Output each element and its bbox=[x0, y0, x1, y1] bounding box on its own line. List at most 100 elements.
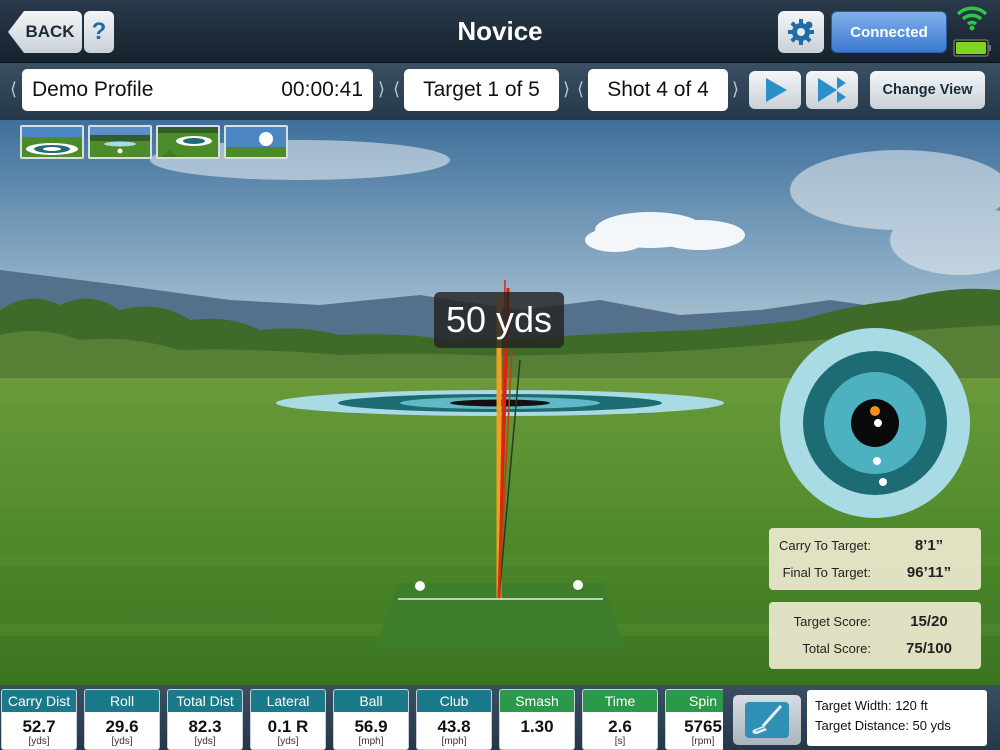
current-shot-marker bbox=[870, 406, 880, 416]
back-button[interactable]: BACK bbox=[8, 11, 82, 53]
final-to-target-value: 96’11” bbox=[906, 564, 952, 581]
target-prev-chevron[interactable]: ⟨ bbox=[393, 79, 400, 100]
carry-to-target-row: Carry To Target: 8’1” bbox=[769, 532, 981, 559]
shot-prev-chevron[interactable]: ⟨ bbox=[577, 79, 584, 100]
shot-dispersion-target bbox=[780, 328, 970, 518]
stat-label: Club bbox=[417, 690, 491, 712]
carry-to-target-label: Carry To Target: bbox=[778, 538, 871, 553]
change-view-button[interactable]: Change View bbox=[870, 71, 985, 109]
stat-unit: [yds] bbox=[111, 736, 133, 747]
session-timer: 00:00:41 bbox=[281, 78, 363, 101]
down-range-view-icon bbox=[158, 127, 218, 157]
stat-value: 43.8 bbox=[437, 717, 471, 736]
stat-unit: [yds] bbox=[277, 736, 299, 747]
stat-smash: Smash 1.30 bbox=[499, 689, 575, 750]
stats-bar: Carry Dist 52.7 [yds] Roll 29.6 [yds] To… bbox=[0, 685, 1000, 750]
target-label: Target 1 of 5 bbox=[423, 78, 540, 101]
fast-forward-icon bbox=[818, 77, 846, 103]
stat-roll: Roll 29.6 [yds] bbox=[84, 689, 160, 750]
stat-label: Carry Dist bbox=[2, 690, 76, 712]
stat-value: 0.1 R bbox=[267, 717, 309, 736]
total-score-label: Total Score: bbox=[802, 641, 871, 656]
stat-value: 56.9 bbox=[354, 717, 388, 736]
settings-button[interactable] bbox=[778, 11, 824, 53]
top-bar: BACK ? Novice Connected bbox=[0, 0, 1000, 63]
stat-total-dist: Total Dist 82.3 [yds] bbox=[167, 689, 243, 750]
ball-view-icon bbox=[226, 127, 286, 157]
profile-next-chevron[interactable]: ⟩ bbox=[378, 79, 385, 100]
target-distance-panel: Carry To Target: 8’1” Final To Target: 9… bbox=[769, 528, 981, 590]
target-next-chevron[interactable]: ⟩ bbox=[563, 79, 570, 100]
thumb-ball-view[interactable] bbox=[224, 125, 288, 159]
profile-prev-chevron[interactable]: ⟨ bbox=[10, 79, 17, 100]
target-score-value: 15/20 bbox=[910, 613, 948, 630]
shot-stats: Carry Dist 52.7 [yds] Roll 29.6 [yds] To… bbox=[0, 689, 723, 750]
thumb-range-view[interactable] bbox=[88, 125, 152, 159]
carry-to-target-value: 8’1” bbox=[914, 537, 944, 554]
total-score-value: 75/100 bbox=[906, 640, 952, 657]
stat-value: 5765 bbox=[684, 717, 722, 736]
thumb-down-range-view[interactable] bbox=[156, 125, 220, 159]
stat-unit: [yds] bbox=[28, 736, 50, 747]
shot-next-chevron[interactable]: ⟩ bbox=[732, 79, 739, 100]
score-panel: Target Score: 15/20 Total Score: 75/100 bbox=[769, 602, 981, 669]
play-icon bbox=[766, 78, 787, 102]
stat-unit: [yds] bbox=[194, 736, 216, 747]
profile-selector[interactable]: Demo Profile 00:00:41 bbox=[22, 69, 373, 111]
target-info-panel: Target Width: 120 ft Target Distance: 50… bbox=[807, 690, 987, 746]
shot-selector[interactable]: Shot 4 of 4 bbox=[588, 69, 728, 111]
stat-value: 1.30 bbox=[520, 717, 554, 736]
battery-icon bbox=[953, 39, 991, 57]
stat-label: Ball bbox=[334, 690, 408, 712]
session-bar: ⟨ Demo Profile 00:00:41 ⟩ ⟨ Target 1 of … bbox=[0, 63, 1000, 120]
stat-value: 2.6 bbox=[608, 717, 632, 736]
stat-value: 52.7 bbox=[22, 717, 56, 736]
stat-value: 29.6 bbox=[105, 717, 139, 736]
distance-label: 50 yds bbox=[434, 292, 564, 348]
target-score-row: Target Score: 15/20 bbox=[769, 608, 981, 635]
final-to-target-label: Final To Target: bbox=[782, 565, 871, 580]
stat-unit: [s] bbox=[614, 736, 626, 747]
stat-label: Time bbox=[583, 690, 657, 712]
stat-label: Total Dist bbox=[168, 690, 242, 712]
stat-label: Lateral bbox=[251, 690, 325, 712]
target-score-label: Target Score: bbox=[793, 614, 871, 629]
stat-ball-speed: Ball 56.9 [mph] bbox=[333, 689, 409, 750]
stat-time: Time 2.6 [s] bbox=[582, 689, 658, 750]
stat-label: Spin bbox=[666, 690, 723, 712]
shot-marker bbox=[879, 478, 887, 486]
wifi-icon bbox=[956, 6, 988, 31]
shot-label: Shot 4 of 4 bbox=[607, 78, 709, 101]
stat-spin: Spin 5765 [rpm] bbox=[665, 689, 723, 750]
thumb-target-view[interactable] bbox=[20, 125, 84, 159]
shot-marker bbox=[873, 457, 881, 465]
golf-club-icon bbox=[745, 702, 789, 738]
help-button[interactable]: ? bbox=[84, 11, 114, 53]
stat-unit: [rpm] bbox=[691, 736, 715, 747]
stat-carry-dist: Carry Dist 52.7 [yds] bbox=[1, 689, 77, 750]
device-status bbox=[950, 2, 994, 60]
stat-label: Smash bbox=[500, 690, 574, 712]
stat-unit: [mph] bbox=[441, 736, 467, 747]
stat-value: 82.3 bbox=[188, 717, 222, 736]
final-to-target-row: Final To Target: 96’11” bbox=[769, 559, 981, 586]
stat-lateral: Lateral 0.1 R [yds] bbox=[250, 689, 326, 750]
play-button[interactable] bbox=[749, 71, 801, 109]
fast-forward-button[interactable] bbox=[806, 71, 858, 109]
target-selector[interactable]: Target 1 of 5 bbox=[404, 69, 559, 111]
stat-unit: [mph] bbox=[358, 736, 384, 747]
target-distance-text: Target Distance: 50 yds bbox=[815, 718, 951, 733]
range-scene: 50 yds Carry To Target: 8’1” Final To Ta… bbox=[0, 120, 1000, 685]
total-score-row: Total Score: 75/100 bbox=[769, 635, 981, 662]
target-view-icon bbox=[22, 127, 82, 157]
view-thumbnails bbox=[20, 125, 288, 159]
range-view-icon bbox=[90, 127, 150, 157]
target-width-text: Target Width: 120 ft bbox=[815, 698, 928, 713]
connection-status-button[interactable]: Connected bbox=[831, 11, 947, 53]
shot-marker bbox=[874, 419, 882, 427]
stat-club-speed: Club 43.8 [mph] bbox=[416, 689, 492, 750]
stat-label: Roll bbox=[85, 690, 159, 712]
profile-name: Demo Profile bbox=[32, 78, 154, 101]
club-select-button[interactable] bbox=[733, 695, 801, 745]
gear-icon bbox=[788, 19, 814, 45]
